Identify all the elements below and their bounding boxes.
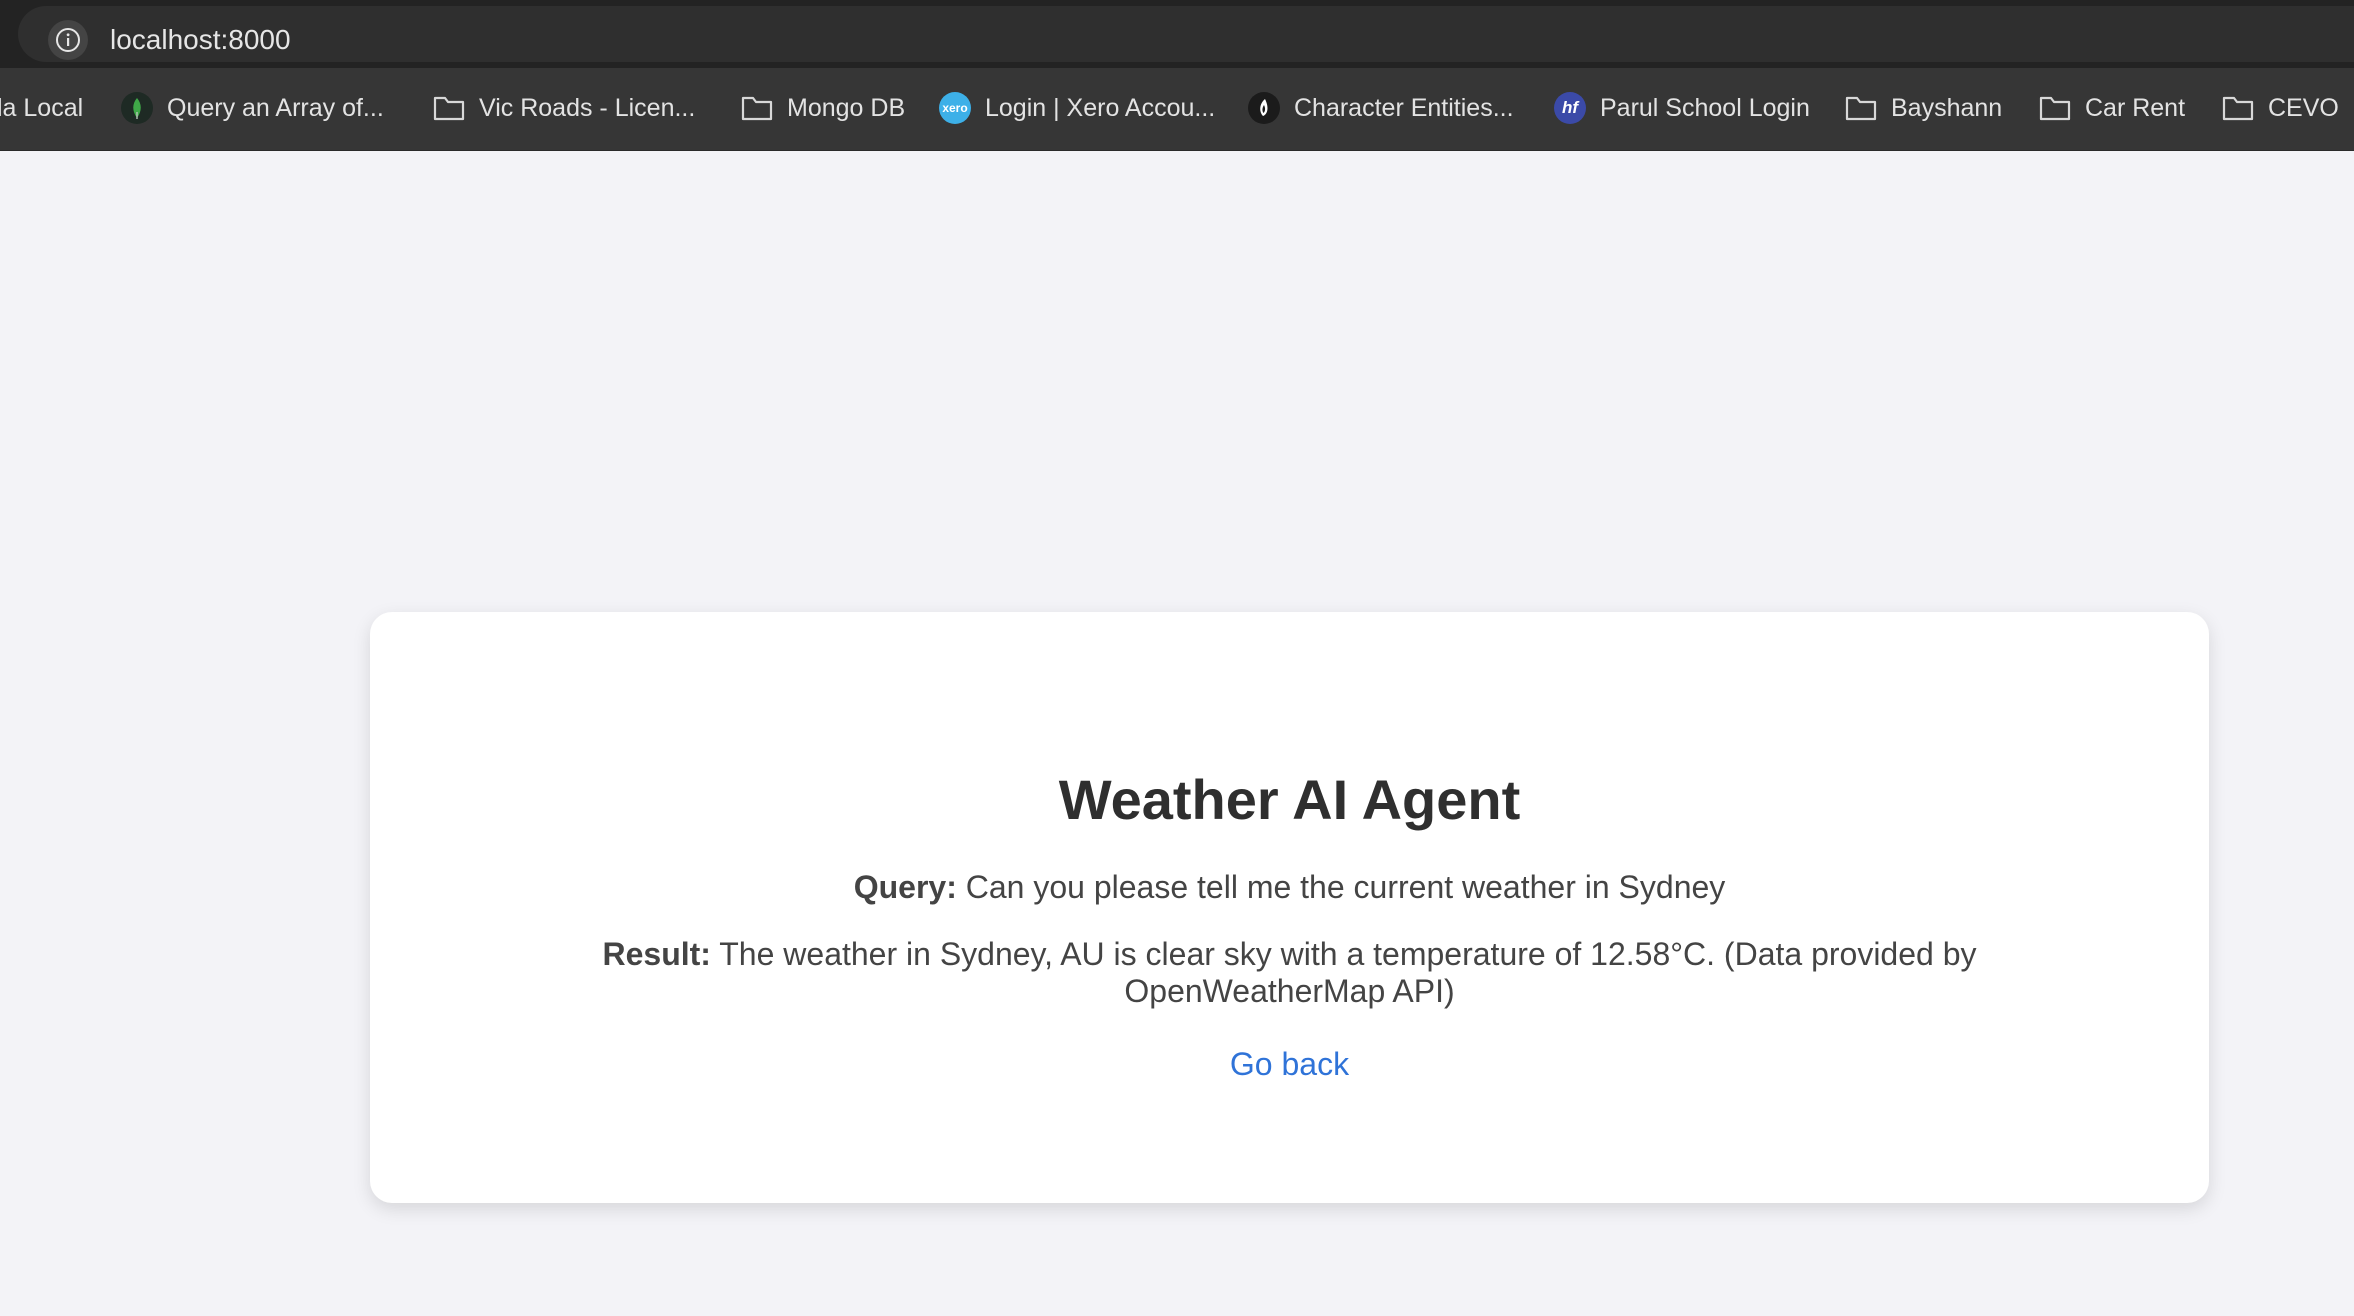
bookmark-label: Bayshann bbox=[1891, 94, 2003, 122]
go-back-container: Go back bbox=[370, 1044, 2209, 1084]
bookmark-bayshann[interactable]: Bayshann bbox=[1845, 88, 2002, 128]
folder-icon bbox=[1845, 92, 1877, 124]
bookmark-label: Car Rent bbox=[2085, 94, 2186, 122]
bookmark-car-rent[interactable]: Car Rent bbox=[2039, 88, 2185, 128]
bookmark-label: Character Entities... bbox=[1294, 94, 1514, 122]
bookmark-label: Query an Array of... bbox=[167, 94, 384, 122]
result-text: The weather in Sydney, AU is clear sky w… bbox=[710, 936, 1977, 1009]
bookmark-character-entities[interactable]: Character Entities... bbox=[1248, 88, 1514, 128]
parul-school-icon: hf bbox=[1554, 92, 1586, 124]
bookmark-xero-login[interactable]: xero Login | Xero Accou... bbox=[939, 88, 1215, 128]
bookmark-cevo[interactable]: CEVO bbox=[2222, 88, 2339, 128]
bookmark-parul-school[interactable]: hf Parul School Login bbox=[1554, 88, 1810, 128]
page-title: Weather AI Agent bbox=[1058, 768, 1521, 831]
query-label: Query: bbox=[853, 869, 957, 905]
result-label: Result: bbox=[602, 936, 711, 972]
parul-favicon-text: hf bbox=[1554, 92, 1586, 124]
site-info-icon[interactable] bbox=[48, 20, 88, 60]
query-text: Can you please tell me the current weath… bbox=[956, 869, 1726, 905]
bookmark-label: Vic Roads - Licen... bbox=[479, 94, 696, 122]
omnibox[interactable]: localhost:8000 bbox=[18, 6, 2354, 62]
bookmark-label: la Local bbox=[0, 94, 84, 122]
bookmark-label: Login | Xero Accou... bbox=[985, 94, 1216, 122]
bookmark-query-array[interactable]: Query an Array of... bbox=[121, 88, 384, 128]
character-entities-icon bbox=[1248, 92, 1280, 124]
folder-icon bbox=[2222, 92, 2254, 124]
url-text[interactable]: localhost:8000 bbox=[110, 20, 291, 60]
folder-icon bbox=[433, 92, 465, 124]
bookmark-mongo-db[interactable]: Mongo DB bbox=[741, 88, 905, 128]
folder-icon bbox=[2039, 92, 2071, 124]
bookmark-vic-roads[interactable]: Vic Roads - Licen... bbox=[433, 88, 695, 128]
address-bar: localhost:8000 bbox=[0, 0, 2354, 68]
bookmark-label: Mongo DB bbox=[787, 94, 906, 122]
bookmark-la-local[interactable]: la Local bbox=[0, 88, 83, 128]
bookmark-label: Parul School Login bbox=[1600, 94, 1810, 122]
query-line: Query: Can you please tell me the curren… bbox=[370, 867, 2209, 907]
bookmark-label: CEVO bbox=[2268, 94, 2339, 122]
xero-icon: xero bbox=[939, 92, 971, 124]
result-card: Weather AI Agent Query: Can you please t… bbox=[370, 612, 2209, 1203]
xero-favicon-text: xero bbox=[939, 92, 971, 124]
go-back-link[interactable]: Go back bbox=[1230, 1046, 1349, 1082]
bookmarks-bar: la Local Query an Array of... Vic Roads … bbox=[0, 68, 2354, 151]
mongodb-leaf-icon bbox=[121, 92, 153, 124]
result-line: Result: The weather in Sydney, AU is cle… bbox=[590, 936, 1989, 1010]
folder-icon bbox=[741, 92, 773, 124]
